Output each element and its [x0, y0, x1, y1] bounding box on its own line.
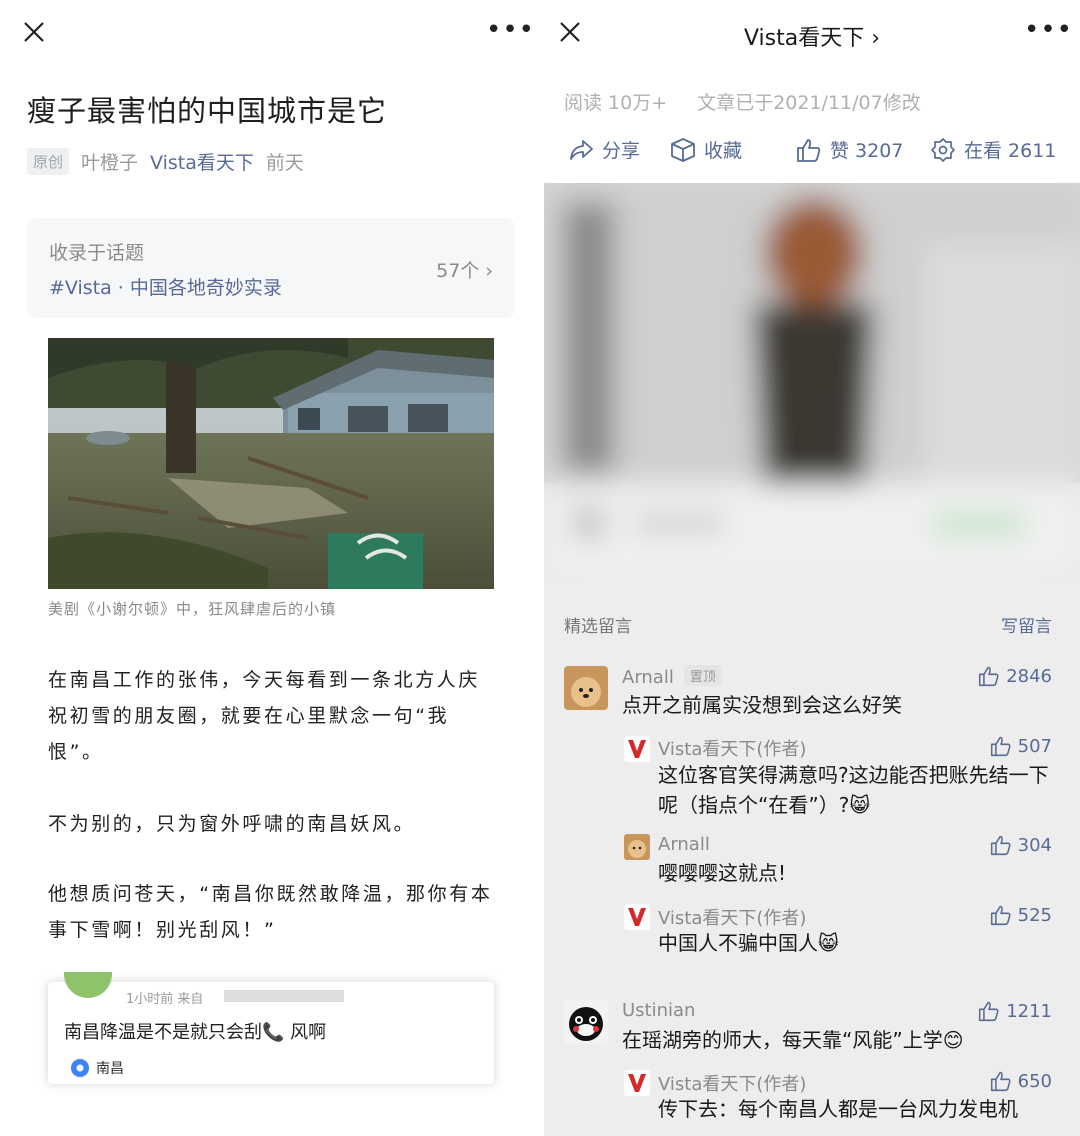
reply-author[interactable]: Vista看天下(作者) — [658, 904, 806, 930]
account-link[interactable]: Vista看天下 — [150, 148, 254, 175]
reply-text: 中国人不骗中国人😸 — [658, 931, 839, 955]
paragraph-1: 在南昌工作的张伟，今天每看到一条北方人庆祝初雪的朋友圈，就要在心里默念一句“我恨… — [48, 669, 481, 763]
write-comment-link[interactable]: 写留言 — [1001, 612, 1052, 637]
eye-gear-icon — [931, 137, 955, 162]
author-v-icon — [624, 904, 650, 930]
close-icon[interactable] — [22, 20, 46, 44]
photo-caption: 美剧《小谢尔顿》中，狂风肆虐后的小镇 — [48, 600, 337, 618]
post-text: 南昌降温是不是就只会刮📞 风啊 — [64, 1022, 327, 1043]
article-panel: ••• 瘦子最害怕的中国城市是它 原创 叶橙子 Vista看天下 前天 收录于话… — [0, 0, 540, 1136]
comment-author[interactable]: Arnall 置顶 — [622, 665, 722, 688]
author-v-icon — [624, 1070, 650, 1096]
comments-panel: Vista看天下 › ••• 阅读 10万+ 文章已于2021/11/07修改 … — [544, 0, 1080, 1136]
topic-name[interactable]: #Vista · 中国各地奇妙实录 — [49, 273, 282, 300]
reply-text: 嘤嘤嘤这就点! — [658, 861, 787, 885]
thumbs-up-icon — [990, 1071, 1011, 1092]
like-button[interactable]: 赞 3207 — [796, 136, 903, 163]
reply-text: 这位客官笑得满意吗?这边能否把账先结一下呢（指点个“在看”）?😸 — [658, 763, 1049, 817]
comment-like[interactable]: 1211 — [978, 1000, 1052, 1022]
box-icon — [671, 137, 695, 162]
comment-author[interactable]: Ustinian — [622, 1000, 695, 1021]
thumbs-up-icon — [979, 666, 999, 687]
reply-like[interactable]: 650 — [990, 1070, 1052, 1092]
location-pin-icon — [71, 1059, 89, 1077]
article-title: 瘦子最害怕的中国城市是它 — [27, 94, 388, 128]
topic-count[interactable]: 57个 › — [436, 256, 493, 283]
article-stats: 阅读 10万+ 文章已于2021/11/07修改 — [564, 88, 921, 115]
reply-author[interactable]: Arnall — [658, 834, 710, 855]
share-button[interactable]: 分享 — [568, 136, 640, 163]
account-title[interactable]: Vista看天下 › — [544, 20, 1080, 52]
post-time: 1小时前 来自 — [126, 992, 204, 1007]
comment-like[interactable]: 2846 — [978, 665, 1052, 687]
paragraph-2: 不为别的，只为窗外呼啸的南昌妖风。 — [48, 813, 416, 835]
blurred-ad-image — [544, 183, 1080, 578]
thumbs-up-icon — [990, 736, 1011, 757]
modified-note: 文章已于2021/11/07修改 — [697, 92, 921, 114]
thumbs-up-icon — [990, 905, 1011, 926]
comment-text: 在瑶湖旁的师大，每天靠“风能”上学😊 — [622, 1028, 964, 1052]
embedded-post: 1小时前 来自 南昌降温是不是就只会刮📞 风啊 南昌 — [48, 972, 494, 1084]
pinned-badge: 置顶 — [683, 665, 722, 686]
reply-text: 传下去：每个南昌人都是一台风力发电机 — [658, 1097, 1018, 1121]
article-meta: 原创 叶橙子 Vista看天下 前天 — [27, 148, 304, 175]
thumbs-up-icon — [990, 835, 1011, 856]
location-label: 南昌 — [96, 1061, 124, 1077]
featured-comments-title: 精选留言 — [564, 617, 632, 637]
reply-like[interactable]: 304 — [990, 834, 1052, 856]
article-photo — [48, 338, 494, 589]
reply-like[interactable]: 507 — [990, 735, 1052, 757]
paragraph-3: 他想质问苍天，“南昌你既然敢降温，那你有本事下雪啊！别光刮风！” — [48, 883, 493, 941]
avatar — [64, 972, 112, 998]
more-icon[interactable]: ••• — [1024, 17, 1073, 43]
author-name: 叶橙子 — [81, 152, 139, 174]
comment-text: 点开之前属实没想到会这么好笑 — [622, 693, 902, 717]
reply-author[interactable]: Vista看天下(作者) — [658, 1070, 806, 1096]
avatar[interactable] — [564, 666, 608, 710]
topic-label: 收录于话题 — [49, 242, 145, 264]
topic-card[interactable]: 收录于话题 #Vista · 中国各地奇妙实录 57个 › — [27, 218, 515, 318]
reply-author[interactable]: Vista看天下(作者) — [658, 735, 806, 761]
collect-button[interactable]: 收藏 — [670, 136, 742, 163]
thumbs-up-icon — [979, 1001, 999, 1022]
original-tag: 原创 — [27, 148, 70, 175]
post-location: 南昌 — [70, 1058, 124, 1078]
read-count: 阅读 10万+ — [564, 92, 668, 114]
thumbs-up-icon — [797, 138, 821, 162]
publish-time: 前天 — [265, 152, 304, 174]
reply-like[interactable]: 525 — [990, 904, 1052, 926]
author-v-icon — [624, 736, 650, 762]
share-icon — [570, 139, 593, 160]
blurred-source — [224, 990, 344, 1002]
avatar[interactable] — [624, 834, 650, 860]
watching-button[interactable]: 在看 2611 — [930, 136, 1056, 163]
avatar[interactable] — [564, 1000, 608, 1044]
more-icon[interactable]: ••• — [486, 17, 535, 43]
